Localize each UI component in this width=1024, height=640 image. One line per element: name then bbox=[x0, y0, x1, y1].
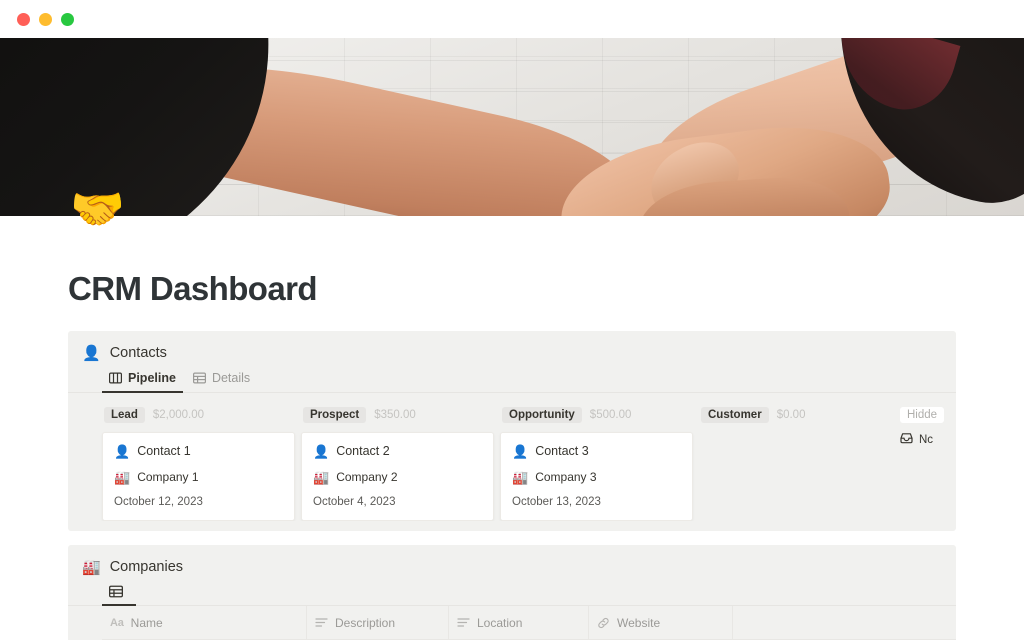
column-header-opportunity[interactable]: Opportunity $500.00 bbox=[500, 404, 693, 432]
tab-pipeline[interactable]: Pipeline bbox=[102, 368, 183, 393]
inbox-icon bbox=[900, 432, 913, 447]
column-sum-customer: $0.00 bbox=[776, 409, 806, 421]
contact-card[interactable]: 👤 Contact 3 🏭 Company 3 October 13, 2023 bbox=[500, 432, 693, 521]
column-label-opportunity: Opportunity bbox=[502, 407, 582, 423]
factory-icon: 🏭 bbox=[313, 469, 330, 485]
column-header-hidden[interactable]: Hidde bbox=[898, 404, 956, 432]
factory-icon: 🏭 bbox=[512, 469, 529, 485]
card-company-name: Company 2 bbox=[336, 470, 398, 484]
column-sum-lead: $2,000.00 bbox=[152, 409, 205, 421]
factory-icon: 🏭 bbox=[114, 469, 131, 485]
card-date-row: October 12, 2023 bbox=[114, 496, 283, 508]
table-icon bbox=[192, 372, 206, 384]
person-icon: 👤 bbox=[313, 443, 330, 459]
contacts-view-tabs: Pipeline Details bbox=[68, 368, 956, 393]
board-icon bbox=[109, 372, 122, 384]
contacts-panel: 👤 Contacts Pipeline Details Lead $2,000.… bbox=[68, 331, 956, 531]
board-column-prospect: Prospect $350.00 👤 Contact 2 🏭 Company 2 bbox=[301, 404, 494, 521]
card-date-row: October 4, 2023 bbox=[313, 496, 482, 508]
table-icon bbox=[109, 585, 123, 598]
factory-icon: 🏭 bbox=[82, 558, 101, 576]
text-lines-icon bbox=[457, 617, 470, 628]
column-header-lead[interactable]: Lead $2,000.00 bbox=[102, 404, 295, 432]
card-date-row: October 13, 2023 bbox=[512, 496, 681, 508]
table-header-name-label: Name bbox=[130, 615, 163, 630]
companies-title[interactable]: Companies bbox=[110, 559, 183, 575]
card-name-row: 👤 Contact 3 bbox=[512, 444, 681, 458]
page-icon-handshake[interactable]: 🤝 bbox=[70, 188, 125, 232]
board-column-lead: Lead $2,000.00 👤 Contact 1 🏭 Company 1 O… bbox=[102, 404, 295, 521]
cover-photo-handshake bbox=[0, 38, 1024, 216]
text-lines-icon bbox=[315, 617, 328, 628]
contacts-panel-header: 👤 Contacts bbox=[68, 345, 956, 361]
column-label-hidden: Hidde bbox=[900, 407, 945, 423]
card-date: October 12, 2023 bbox=[114, 496, 203, 508]
table-header-website[interactable]: Website bbox=[589, 606, 733, 639]
board-column-opportunity: Opportunity $500.00 👤 Contact 3 🏭 Compan… bbox=[500, 404, 693, 521]
contacts-title[interactable]: Contacts bbox=[110, 345, 167, 361]
card-company-name: Company 3 bbox=[535, 470, 597, 484]
card-date: October 13, 2023 bbox=[512, 496, 601, 508]
page-title: CRM Dashboard bbox=[68, 270, 317, 307]
pipeline-board: Lead $2,000.00 👤 Contact 1 🏭 Company 1 O… bbox=[68, 404, 956, 521]
card-name-row: 👤 Contact 1 bbox=[114, 444, 283, 458]
card-date: October 4, 2023 bbox=[313, 496, 396, 508]
hidden-group-note[interactable]: Nc bbox=[898, 432, 956, 447]
column-header-prospect[interactable]: Prospect $350.00 bbox=[301, 404, 494, 432]
page-content: CRM Dashboard 👤 Contacts Pipeline Detail… bbox=[0, 270, 1024, 640]
card-company-row: 🏭 Company 1 bbox=[114, 470, 283, 484]
card-company-row: 🏭 Company 2 bbox=[313, 470, 482, 484]
column-header-customer[interactable]: Customer $0.00 bbox=[699, 404, 892, 432]
column-label-lead: Lead bbox=[104, 407, 145, 423]
card-company-name: Company 1 bbox=[137, 470, 199, 484]
table-header-name[interactable]: Aa Name bbox=[102, 606, 307, 639]
contact-card[interactable]: 👤 Contact 2 🏭 Company 2 October 4, 2023 bbox=[301, 432, 494, 521]
card-name-row: 👤 Contact 2 bbox=[313, 444, 482, 458]
page-body: 🤝 CRM Dashboard 👤 Contacts Pipeline Deta… bbox=[0, 188, 1024, 640]
tab-companies-table[interactable] bbox=[102, 582, 136, 606]
companies-view-tabs bbox=[68, 582, 956, 606]
table-header-description-label: Description bbox=[335, 615, 396, 630]
tab-pipeline-label: Pipeline bbox=[128, 371, 176, 385]
link-icon bbox=[597, 617, 610, 629]
card-contact-name: Contact 3 bbox=[535, 444, 589, 458]
board-column-hidden: Hidde Nc bbox=[898, 404, 956, 521]
card-company-row: 🏭 Company 3 bbox=[512, 470, 681, 484]
table-header-row: Aa Name Description Location Website bbox=[102, 606, 956, 640]
board-column-customer: Customer $0.00 bbox=[699, 404, 892, 521]
card-contact-name: Contact 1 bbox=[137, 444, 191, 458]
table-header-website-label: Website bbox=[617, 615, 661, 630]
person-icon: 👤 bbox=[82, 344, 101, 362]
companies-panel: 🏭 Companies Aa Name Description Location… bbox=[68, 545, 956, 640]
window-minimize-button[interactable] bbox=[39, 12, 52, 26]
table-header-location-label: Location bbox=[477, 615, 523, 630]
window-close-button[interactable] bbox=[17, 12, 30, 26]
column-sum-prospect: $350.00 bbox=[374, 409, 416, 421]
table-header-description[interactable]: Description bbox=[307, 606, 449, 639]
card-contact-name: Contact 2 bbox=[336, 444, 390, 458]
cover-image[interactable] bbox=[0, 38, 1024, 216]
column-sum-opportunity: $500.00 bbox=[589, 409, 632, 421]
companies-table: Aa Name Description Location Website bbox=[68, 606, 956, 640]
companies-panel-header: 🏭 Companies bbox=[68, 559, 956, 575]
table-header-location[interactable]: Location bbox=[449, 606, 589, 639]
table-header-add-column[interactable] bbox=[733, 606, 923, 639]
tab-details[interactable]: Details bbox=[186, 368, 257, 392]
person-icon: 👤 bbox=[512, 443, 529, 459]
person-icon: 👤 bbox=[114, 443, 131, 459]
contact-card[interactable]: 👤 Contact 1 🏭 Company 1 October 12, 2023 bbox=[102, 432, 295, 521]
tab-details-label: Details bbox=[211, 371, 251, 385]
window-maximize-button[interactable] bbox=[61, 12, 74, 26]
hidden-group-note-label: Nc bbox=[919, 433, 934, 446]
column-label-prospect: Prospect bbox=[303, 407, 367, 423]
window-titlebar bbox=[0, 0, 1024, 38]
column-label-customer: Customer bbox=[701, 407, 769, 423]
aa-icon: Aa bbox=[110, 616, 124, 629]
